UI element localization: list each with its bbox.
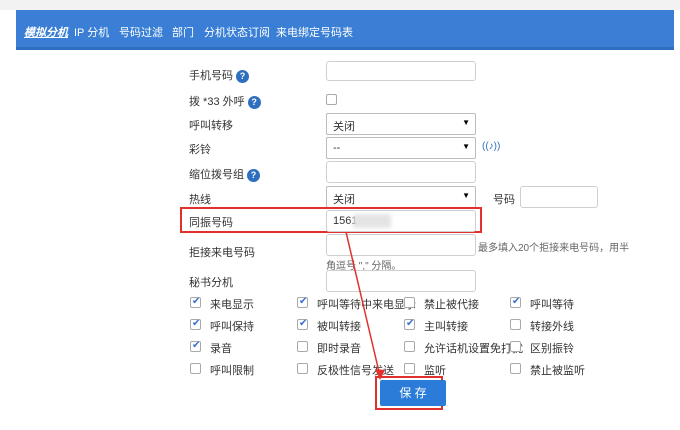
- annotation-arrow: [345, 231, 385, 380]
